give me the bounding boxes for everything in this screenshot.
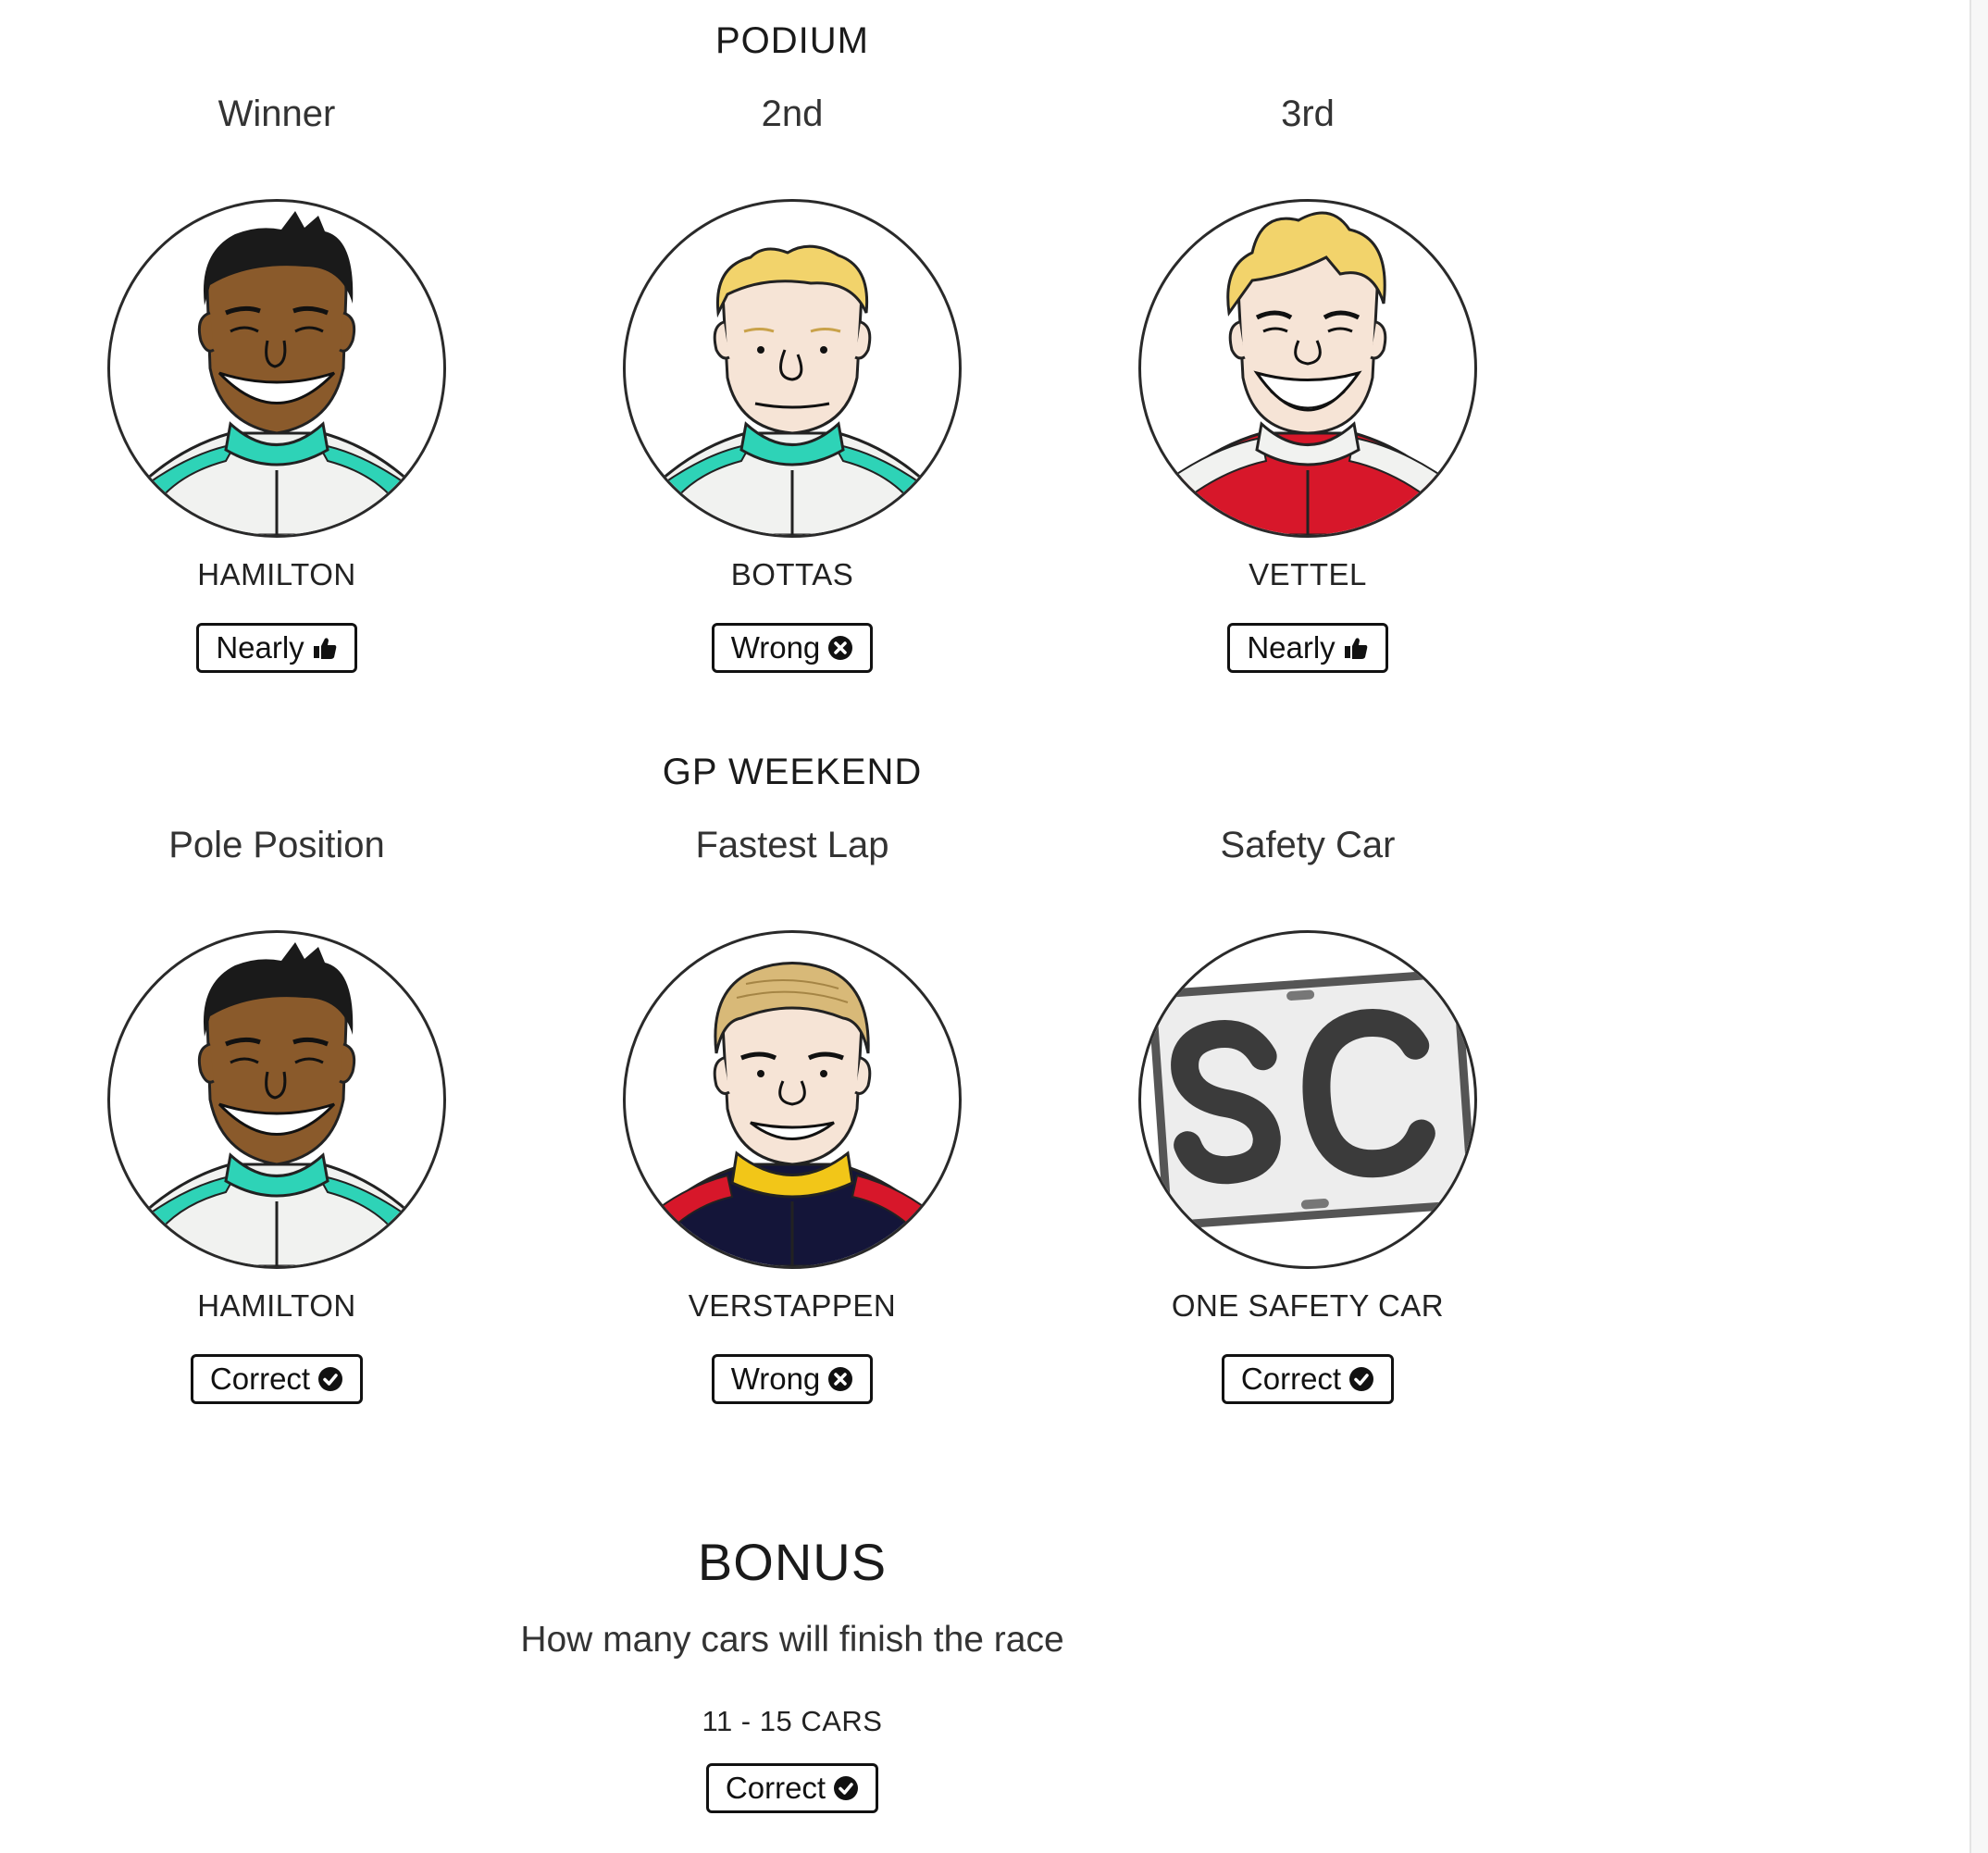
bottas-avatar [623,199,962,538]
hamilton-avatar [107,199,446,538]
bonus-answer: 11 - 15 CARS [702,1705,883,1737]
weekend-pole-card: Pole Position HAMILTON Correct [82,817,471,1404]
podium-winner-pick: HAMILTON [197,557,356,591]
weekend-safety-car-result-badge[interactable]: Correct [1221,1354,1395,1404]
weekend-pole-pick: HAMILTON [197,1288,356,1323]
bonus-title: BONUS [697,1533,888,1591]
podium-third-pick: VETTEL [1249,557,1367,591]
bonus-question: How many cars will finish the race [520,1620,1064,1660]
result-label: Nearly [216,630,304,665]
podium-winner-label: Winner [217,93,336,134]
verstappen-avatar [623,930,962,1269]
check-circle-icon [1349,1367,1374,1391]
vettel-avatar [1138,199,1477,538]
bonus-badge-wrap: Correct [0,1763,1584,1813]
weekend-pole-result-badge[interactable]: Correct [190,1354,364,1404]
result-label: Wrong [730,630,821,665]
result-label: Correct [725,1771,826,1805]
podium-second-card: 2nd BOTTAS Wrong [598,86,987,673]
podium-third-result-badge[interactable]: Nearly [1227,623,1388,673]
cross-circle-icon [828,1367,853,1391]
weekend-fastest-lap-label: Fastest Lap [695,825,889,865]
check-circle-icon [834,1776,859,1800]
podium-title: PODIUM [715,20,869,61]
weekend-title: GP WEEKEND [662,752,923,792]
result-label: Correct [209,1362,311,1396]
thumbs-up-icon [1344,638,1368,659]
result-label: Correct [1240,1362,1342,1396]
weekend-safety-car-pick: ONE SAFETY CAR [1171,1288,1445,1323]
podium-second-pick: BOTTAS [730,557,854,591]
weekend-fastest-lap-result-badge[interactable]: Wrong [711,1354,874,1404]
result-label: Nearly [1247,630,1336,665]
weekend-fastest-lap-pick: VERSTAPPEN [688,1288,897,1323]
scrollbar-track[interactable] [1969,0,1988,1853]
check-circle-icon [318,1367,343,1391]
podium-winner-result-badge[interactable]: Nearly [196,623,357,673]
podium-second-label: 2nd [761,93,824,134]
weekend-safety-car-card: Safety Car ONE SAFETY CAR Correct [1113,817,1502,1404]
podium-second-result-badge[interactable]: Wrong [711,623,874,673]
thumbs-up-icon [313,638,337,659]
weekend-safety-car-label: Safety Car [1220,825,1396,865]
podium-third-label: 3rd [1281,93,1335,134]
hamilton-avatar [107,930,446,1269]
weekend-pole-label: Pole Position [168,825,385,865]
safety-car-board-icon [1138,930,1477,1269]
result-label: Wrong [730,1362,821,1396]
bonus-result-badge[interactable]: Correct [705,1763,879,1813]
podium-winner-card: Winner HAMILTON Nearly [82,86,471,673]
cross-circle-icon [828,636,853,660]
podium-third-card: 3rd VETTEL Nearly [1113,86,1502,673]
weekend-fastest-lap-card: Fastest Lap VERSTAPPEN Wrong [598,817,987,1404]
